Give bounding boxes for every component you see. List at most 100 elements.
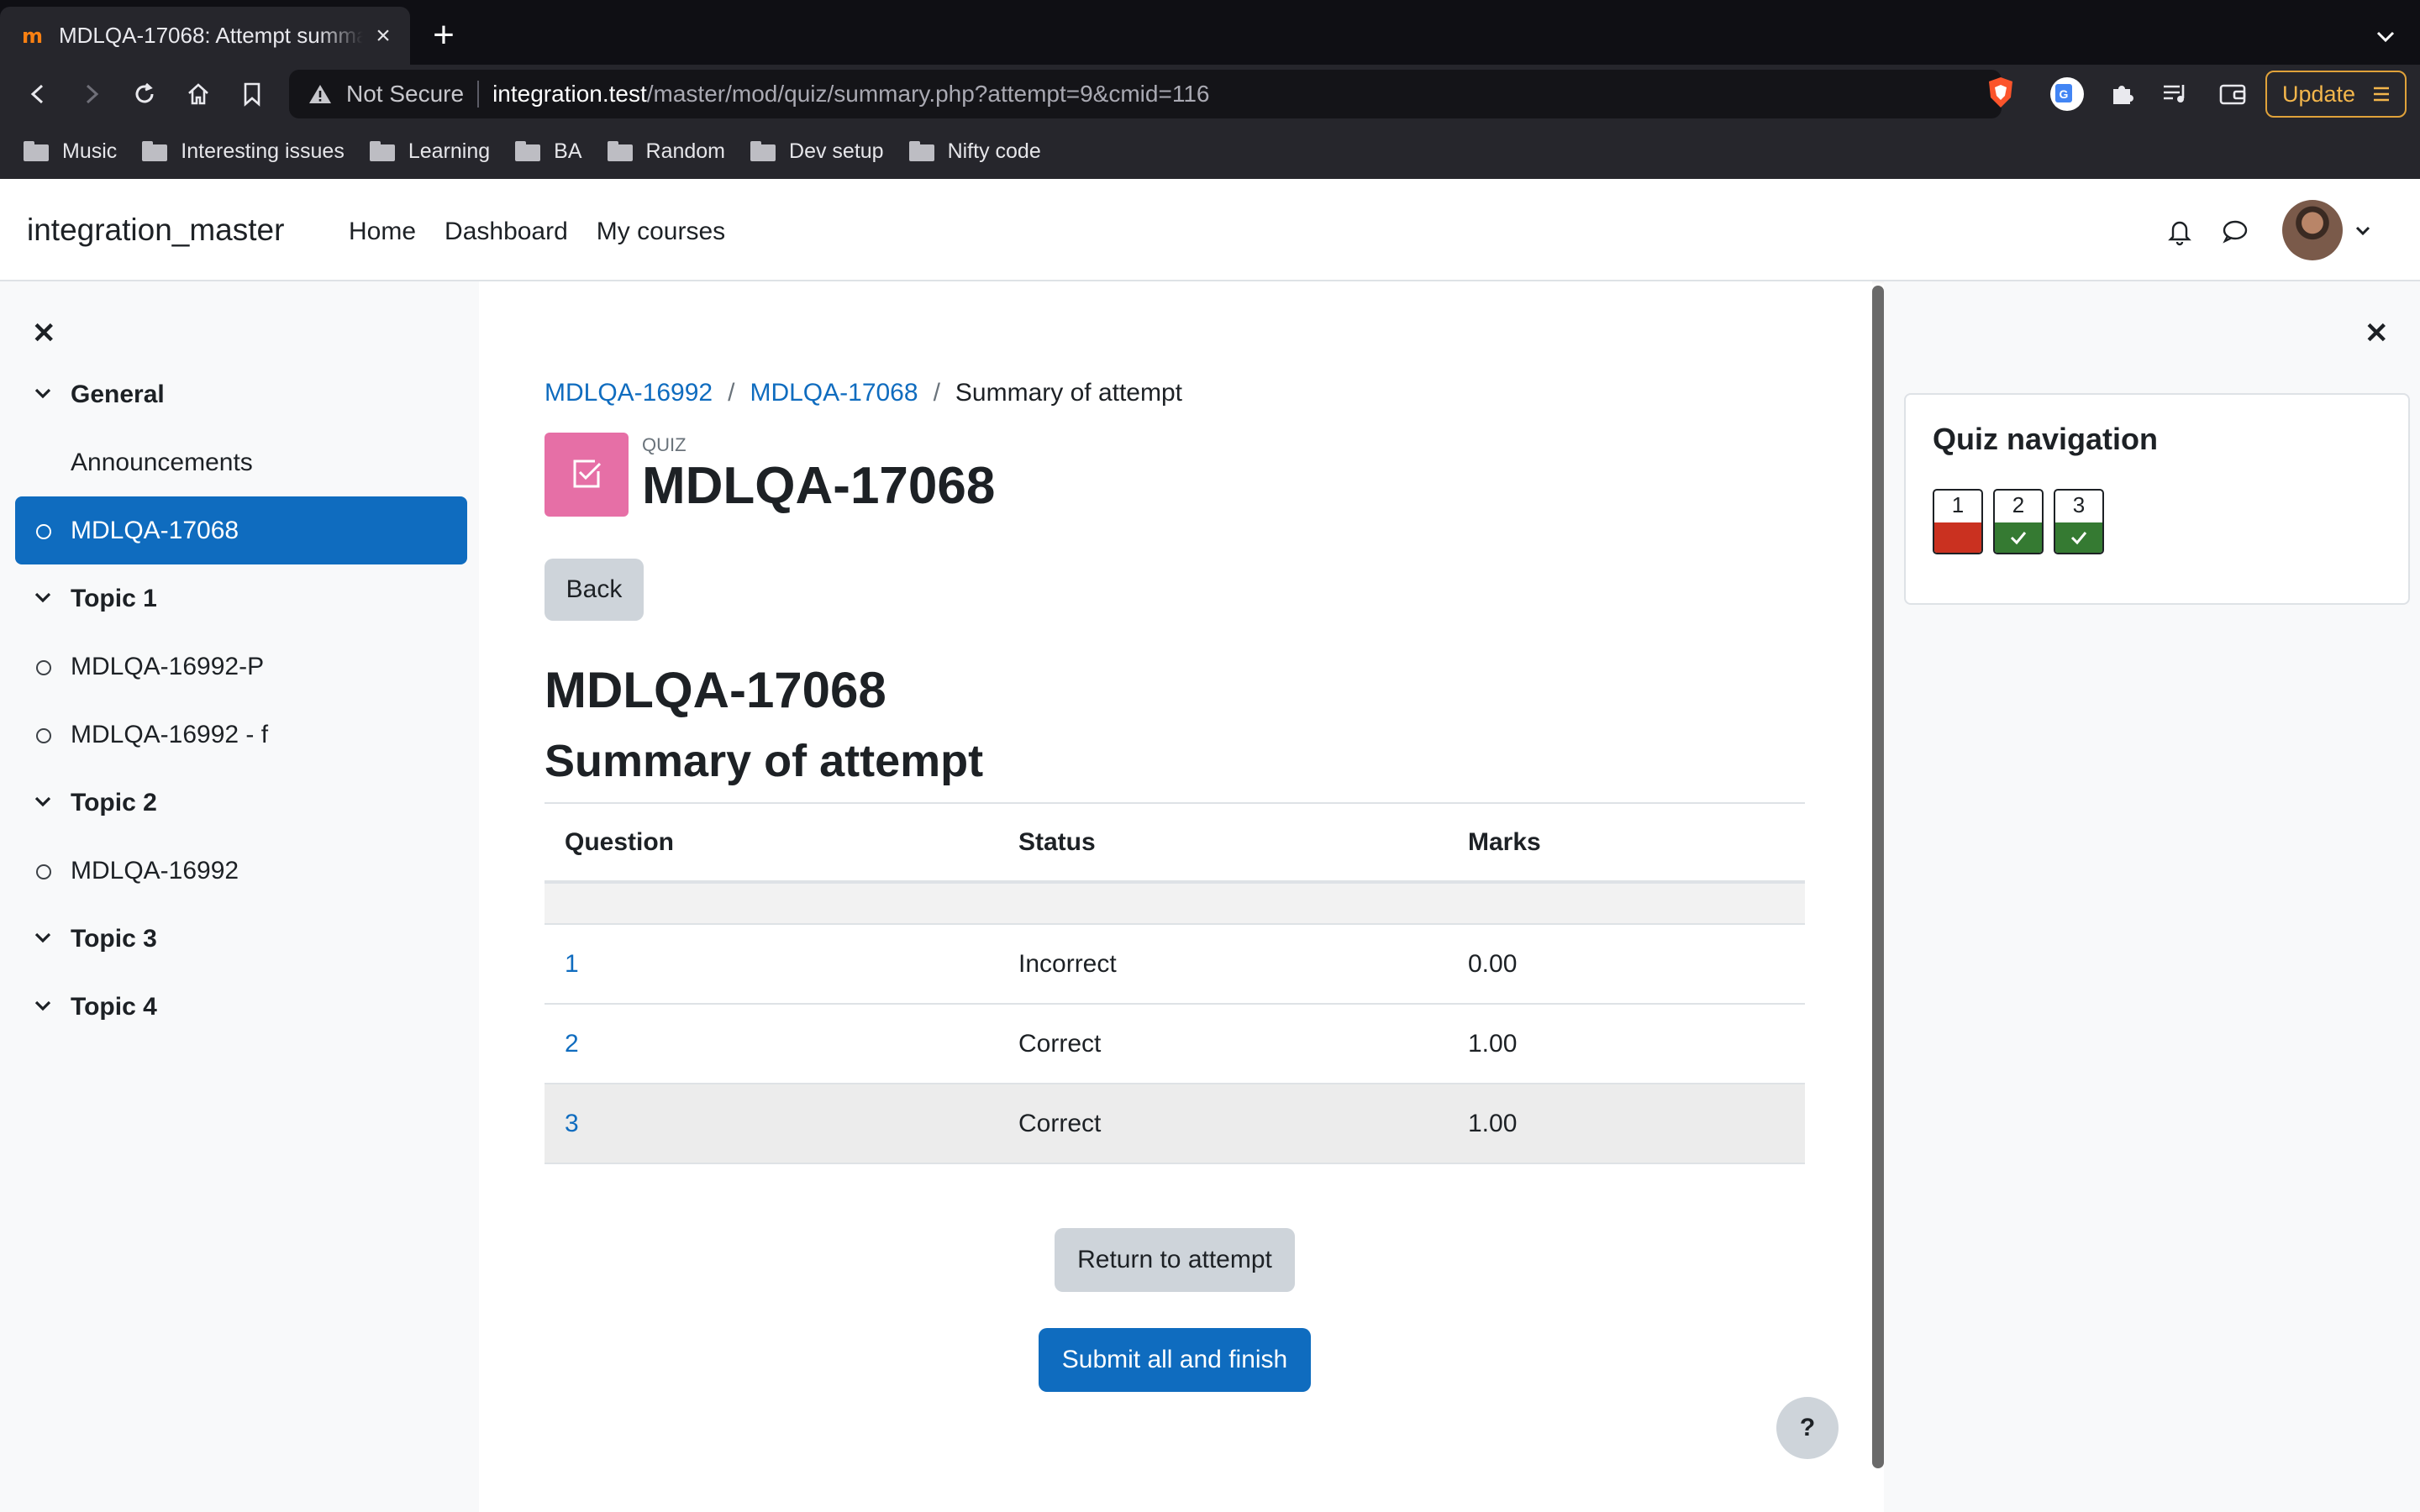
return-to-attempt-button[interactable]: Return to attempt bbox=[1055, 1228, 1295, 1292]
activity-label: MDLQA-16992 bbox=[71, 856, 239, 885]
new-tab-icon[interactable]: + bbox=[427, 17, 460, 54]
incorrect-state-indicator bbox=[1934, 522, 1981, 553]
bookmark-ba[interactable]: BA bbox=[515, 139, 582, 164]
question-link[interactable]: 1 bbox=[565, 950, 579, 978]
messages-chat-icon[interactable] bbox=[2218, 214, 2252, 248]
activity-mdlqa-16992-p[interactable]: MDLQA-16992-P bbox=[15, 633, 467, 701]
user-avatar[interactable] bbox=[2282, 200, 2343, 260]
chevron-down-icon[interactable] bbox=[34, 998, 52, 1015]
main-content: MDLQA-16992 / MDLQA-17068 / Summary of a… bbox=[479, 281, 1872, 1512]
bookmark-icon[interactable] bbox=[233, 75, 271, 113]
bookmark-interesting-issues[interactable]: Interesting issues bbox=[142, 139, 345, 164]
activity-label: MDLQA-16992-P bbox=[71, 652, 265, 680]
section-label: Topic 2 bbox=[71, 788, 157, 816]
close-course-index-icon[interactable]: ✕ bbox=[32, 319, 56, 348]
question-status: Correct bbox=[998, 1004, 1448, 1084]
back-button[interactable]: Back bbox=[544, 559, 644, 621]
browser-tab[interactable]: m MDLQA-17068: Attempt summary × bbox=[0, 7, 410, 65]
forward-nav-icon[interactable] bbox=[72, 75, 111, 113]
chevron-down-icon[interactable] bbox=[34, 930, 52, 947]
section-label: Topic 4 bbox=[71, 992, 157, 1021]
question-status: Correct bbox=[998, 1084, 1448, 1164]
bookmark-label: Random bbox=[645, 139, 726, 163]
submit-all-and-finish-button[interactable]: Submit all and finish bbox=[1039, 1328, 1311, 1392]
section-general[interactable]: General bbox=[15, 360, 467, 428]
brave-shield-icon[interactable] bbox=[1985, 76, 2017, 109]
folder-icon bbox=[908, 141, 934, 161]
hamburger-menu-icon bbox=[2374, 87, 2390, 102]
site-name[interactable]: integration_master bbox=[27, 213, 284, 248]
folder-icon bbox=[142, 141, 168, 161]
translate-extension-icon[interactable]: G bbox=[2048, 75, 2086, 113]
attempt-summary-table: Question Status Marks 1 Incorrect 0.00 2… bbox=[544, 802, 1805, 1164]
page-title: MDLQA-17068 bbox=[642, 457, 996, 515]
svg-text:G: G bbox=[2060, 87, 2069, 101]
bookmark-learning[interactable]: Learning bbox=[369, 139, 490, 164]
reload-icon[interactable] bbox=[125, 75, 164, 113]
bookmark-dev-setup[interactable]: Dev setup bbox=[750, 139, 884, 164]
completion-circle-icon bbox=[36, 864, 51, 879]
home-icon[interactable] bbox=[179, 75, 218, 113]
close-tab-icon[interactable]: × bbox=[371, 23, 395, 48]
nav-my-courses[interactable]: My courses bbox=[597, 218, 725, 246]
question-marks: 0.00 bbox=[1448, 924, 1805, 1005]
quiz-heading: MDLQA-17068 bbox=[544, 662, 886, 718]
update-label: Update bbox=[2282, 81, 2356, 107]
bookmark-nifty-code[interactable]: Nifty code bbox=[908, 139, 1041, 164]
bookmark-random[interactable]: Random bbox=[607, 139, 726, 164]
question-nav-button-2[interactable]: 2 bbox=[1993, 489, 2044, 554]
question-nav-button-3[interactable]: 3 bbox=[2054, 489, 2104, 554]
question-number: 2 bbox=[2012, 492, 2025, 517]
table-spacer-row bbox=[544, 882, 1805, 925]
activity-mdlqa-16992[interactable]: MDLQA-16992 bbox=[15, 837, 467, 905]
nav-home[interactable]: Home bbox=[349, 218, 416, 246]
question-number: 3 bbox=[2072, 492, 2086, 517]
back-nav-icon[interactable] bbox=[18, 75, 57, 113]
close-quiz-navigation-icon[interactable]: ✕ bbox=[2365, 319, 2389, 348]
question-marks: 1.00 bbox=[1448, 1084, 1805, 1164]
question-nav-button-1[interactable]: 1 bbox=[1933, 489, 1983, 554]
completion-circle-icon bbox=[36, 728, 51, 743]
chevron-down-icon[interactable] bbox=[34, 590, 52, 606]
bookmark-label: Music bbox=[62, 139, 118, 163]
table-row: 3 Correct 1.00 bbox=[544, 1084, 1805, 1164]
bookmark-label: Dev setup bbox=[789, 139, 884, 163]
breadcrumb-quiz[interactable]: MDLQA-17068 bbox=[750, 379, 918, 407]
wallet-icon[interactable] bbox=[2213, 75, 2252, 113]
address-bar[interactable]: Not Secure integration.test /master/mod/… bbox=[289, 70, 2002, 118]
section-topic-1[interactable]: Topic 1 bbox=[15, 564, 467, 633]
correct-state-indicator bbox=[2055, 522, 2102, 553]
tab-list-chevron-icon[interactable] bbox=[2373, 24, 2398, 49]
notifications-bell-icon[interactable] bbox=[2163, 214, 2196, 248]
activity-mdlqa-16992-f[interactable]: MDLQA-16992 - f bbox=[15, 701, 467, 769]
checkmark-icon bbox=[2070, 532, 2087, 545]
media-playlist-icon[interactable] bbox=[2156, 75, 2195, 113]
chevron-down-icon[interactable] bbox=[34, 794, 52, 811]
nav-dashboard[interactable]: Dashboard bbox=[445, 218, 568, 246]
table-row: 2 Correct 1.00 bbox=[544, 1004, 1805, 1084]
activity-announcements[interactable]: Announcements bbox=[15, 428, 467, 496]
section-label: General bbox=[71, 380, 165, 408]
course-index-drawer: ✕ General Announcements MDLQA-17068 Topi… bbox=[0, 281, 479, 1512]
bookmark-music[interactable]: Music bbox=[24, 139, 117, 164]
question-link[interactable]: 3 bbox=[565, 1110, 579, 1137]
section-topic-2[interactable]: Topic 2 bbox=[15, 769, 467, 837]
course-index: General Announcements MDLQA-17068 Topic … bbox=[15, 360, 467, 1041]
section-topic-3[interactable]: Topic 3 bbox=[15, 905, 467, 973]
url-path: /master/mod/quiz/summary.php?attempt=9&c… bbox=[646, 81, 1210, 107]
extensions-puzzle-icon[interactable] bbox=[2102, 75, 2141, 113]
browser-tab-bar: m MDLQA-17068: Attempt summary × + bbox=[0, 0, 2420, 65]
update-button[interactable]: Update bbox=[2265, 71, 2407, 118]
activity-label: MDLQA-16992 - f bbox=[71, 720, 269, 748]
activity-mdlqa-17068[interactable]: MDLQA-17068 bbox=[15, 496, 467, 564]
help-button[interactable]: ? bbox=[1776, 1397, 1839, 1459]
breadcrumb-course[interactable]: MDLQA-16992 bbox=[544, 379, 713, 407]
section-topic-4[interactable]: Topic 4 bbox=[15, 973, 467, 1041]
completion-circle-icon bbox=[36, 524, 51, 539]
question-link[interactable]: 2 bbox=[565, 1030, 579, 1058]
not-secure-label: Not Secure bbox=[346, 81, 465, 107]
user-menu-chevron-icon[interactable] bbox=[2353, 220, 2373, 240]
chevron-down-icon[interactable] bbox=[34, 386, 52, 402]
quiz-navigation-block: Quiz navigation 1 2 3 bbox=[1904, 393, 2410, 605]
main-scrollbar[interactable] bbox=[1872, 286, 1884, 1468]
